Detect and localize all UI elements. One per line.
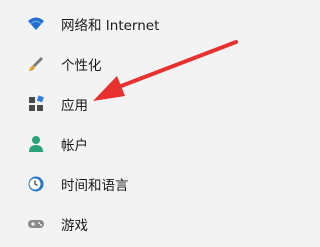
person-icon: [26, 134, 46, 154]
nav-item-label: 帐户: [61, 138, 88, 154]
nav-item-network[interactable]: 网络和 Internet: [0, 6, 320, 42]
nav-item-personalization[interactable]: 个性化: [0, 46, 320, 82]
settings-window: 网络和 Internet 个性化 应用 帐户 时间和语言 游戏: [0, 0, 320, 247]
wifi-icon: [26, 14, 46, 34]
gamepad-icon: [26, 214, 46, 234]
nav-item-label: 应用: [61, 98, 88, 114]
nav-item-time-language[interactable]: 时间和语言: [0, 166, 320, 202]
nav-item-gaming[interactable]: 游戏: [0, 206, 320, 242]
nav-item-label: 网络和 Internet: [61, 18, 160, 34]
nav-item-label: 时间和语言: [61, 178, 129, 194]
apps-icon: [26, 94, 46, 114]
paintbrush-icon: [26, 54, 46, 74]
nav-item-label: 个性化: [61, 58, 102, 74]
nav-item-accounts[interactable]: 帐户: [0, 126, 320, 162]
nav-item-apps[interactable]: 应用: [0, 86, 320, 122]
nav-item-label: 游戏: [61, 218, 88, 234]
clock-globe-icon: [26, 174, 46, 194]
